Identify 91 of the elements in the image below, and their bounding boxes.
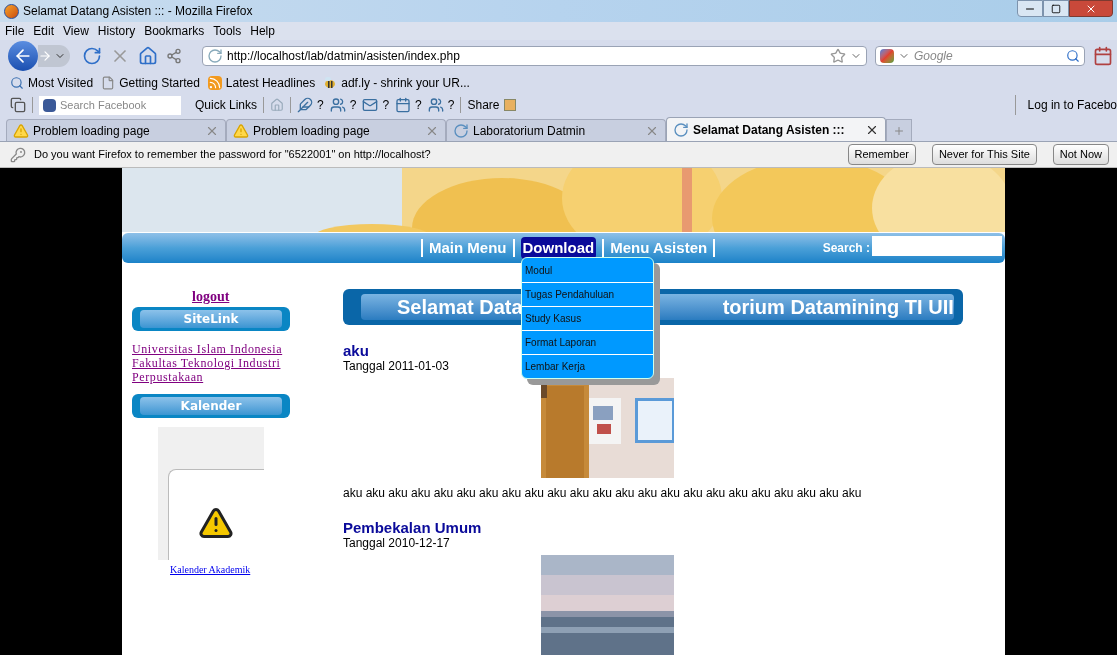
search-icon[interactable] (1066, 49, 1080, 63)
calendar-icon[interactable] (1093, 46, 1113, 66)
loading-icon (207, 48, 223, 64)
notification-button[interactable]: Never for This Site (931, 144, 1037, 165)
search-label: Search : (822, 239, 870, 257)
calendar-link[interactable]: Kalender Akademik (170, 562, 251, 577)
bookmark-item[interactable]: Latest Headlines (207, 73, 316, 92)
people-icon (427, 97, 444, 113)
site-link[interactable]: Universitas Islam Indonesia (132, 342, 283, 356)
search-box[interactable]: Google (875, 46, 1085, 66)
menu-item[interactable]: Help (250, 22, 275, 40)
star-icon[interactable] (830, 48, 846, 64)
menu-item[interactable]: Tools (213, 22, 242, 40)
url-text: http://localhost/lab/datmin/asisten/index.php (227, 48, 461, 65)
notification-button[interactable]: ? (395, 96, 422, 114)
feather-icon (297, 97, 314, 113)
dropdown-item[interactable]: Lembar Kerja (522, 354, 653, 378)
home-icon[interactable] (270, 98, 285, 112)
loading-icon (673, 121, 689, 138)
quick-links-button[interactable]: Quick Links (195, 96, 258, 114)
menu-item[interactable]: History (97, 22, 136, 40)
dropdown-item[interactable]: Tugas Pendahuluan (522, 282, 653, 306)
warning-icon (198, 505, 234, 541)
browser-tab[interactable]: Problem loading page (6, 119, 226, 141)
plus-icon (893, 124, 905, 137)
warning-icon (233, 122, 249, 139)
minimize-button[interactable] (1017, 0, 1043, 17)
tab-title: Selamat Datang Asisten ::: (693, 121, 846, 139)
site-link[interactable]: Fakultas Teknologi Industri (132, 356, 281, 370)
site-search-field[interactable] (872, 235, 1002, 256)
loading-icon (453, 122, 469, 139)
post-title: aku (343, 342, 369, 359)
tab-title: Problem loading page (33, 122, 151, 140)
reload-icon[interactable] (82, 46, 102, 66)
post-body: aku aku aku aku aku aku aku aku aku aku aku aku aku aku aku aku aku aku aku aku aku aku aku (343, 485, 863, 502)
post-date: Tanggal 2011-01-03 (343, 359, 449, 374)
back-button[interactable] (8, 41, 38, 71)
bee-icon (323, 75, 338, 90)
heading-text: Kalender (180, 398, 242, 415)
notification-message: Do you want Firefox to remember the password for "6522001" on http://localhost? (34, 147, 432, 163)
nav-link[interactable]: Download (520, 236, 597, 260)
notification-button[interactable]: Not Now (1052, 144, 1109, 165)
mail-icon (362, 97, 379, 113)
browser-tab[interactable]: Problem loading page (226, 119, 446, 141)
notification-button[interactable]: ? (427, 96, 455, 114)
maximize-button[interactable] (1043, 0, 1069, 17)
site-link[interactable]: Perpustakaan (132, 370, 204, 384)
login-link[interactable]: Log in to Facebo (1021, 96, 1117, 114)
logout-link[interactable]: logout (192, 289, 230, 305)
dropdown-item[interactable]: Format Laporan (522, 330, 653, 354)
notification-button[interactable]: ? (329, 96, 357, 114)
window-title: Selamat Datang Asisten ::: - Mozilla Firefox (23, 3, 254, 20)
calendar-icon (395, 97, 412, 113)
facebook-search-field[interactable]: Search Facebook (60, 96, 177, 114)
heading-text: SiteLink (183, 311, 239, 328)
dropdown-item[interactable]: Modul (522, 258, 653, 282)
post-title: Pembekalan Umum (343, 519, 482, 536)
browser-tab[interactable]: Selamat Datang Asisten ::: (666, 117, 886, 141)
search-field[interactable]: Google (914, 47, 1062, 65)
post-date: Tanggal 2010-12-17 (343, 536, 450, 551)
notification-button[interactable]: Remember (847, 144, 916, 165)
menu-item[interactable]: File (5, 22, 25, 40)
warning-icon (13, 122, 29, 139)
key-icon (10, 146, 26, 163)
share-button[interactable]: Share (467, 96, 516, 114)
toolbar-menu-icon[interactable] (10, 97, 26, 113)
tab-title: Laboratorium Datmin (473, 122, 587, 140)
menu-item[interactable]: Edit (33, 22, 55, 40)
feed-icon (207, 75, 222, 90)
bookmark-item[interactable]: Most Visited (10, 73, 94, 92)
notification-button[interactable]: ? (362, 96, 390, 114)
people-icon (329, 97, 346, 113)
close-button[interactable] (1069, 0, 1113, 17)
banner-text: Selamat Data (397, 295, 523, 320)
address-bar[interactable]: http://localhost/lab/datmin/asisten/index.php (202, 46, 867, 66)
engine-icon[interactable] (880, 49, 894, 63)
tab-title: Problem loading page (253, 122, 371, 140)
browser-tab[interactable]: Laboratorium Datmin (446, 119, 666, 141)
home-icon[interactable] (138, 46, 158, 66)
dropdown-item[interactable]: Study Kasus (522, 306, 653, 330)
menu-item[interactable]: View (63, 22, 89, 40)
bookmark-item[interactable]: Getting Started (101, 73, 200, 92)
bookmark-item[interactable]: adf.ly - shrink your UR... (323, 73, 470, 92)
notification-button[interactable]: ? (297, 96, 324, 114)
banner-text: torium Datamining TI UII (722, 295, 954, 320)
forward-arrow-icon (38, 49, 52, 63)
search-icon (10, 75, 24, 90)
page-icon (101, 75, 116, 90)
facebook-search-box[interactable]: Search Facebook (39, 95, 181, 115)
menu-item[interactable]: Bookmarks (144, 22, 205, 40)
maximize-icon (1051, 3, 1061, 14)
